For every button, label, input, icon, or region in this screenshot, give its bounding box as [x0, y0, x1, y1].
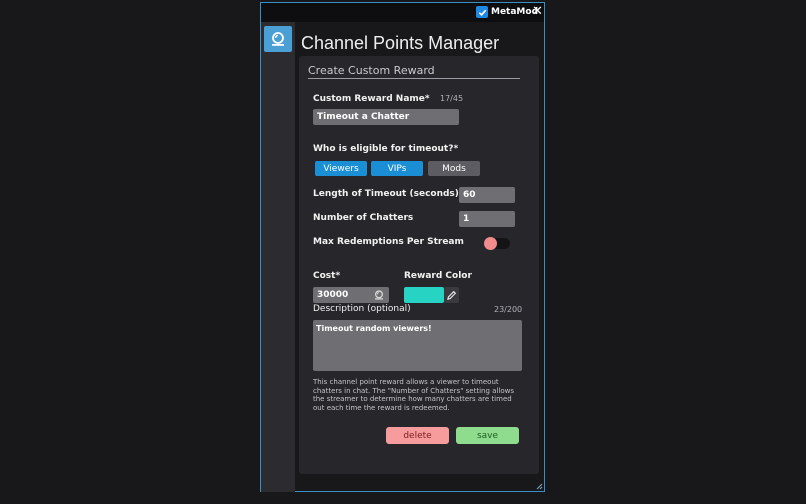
reward-color-swatch[interactable]: [404, 287, 444, 303]
delete-button[interactable]: delete: [386, 427, 449, 444]
close-button[interactable]: ✕: [532, 4, 543, 20]
app-window: MetaMod ✕ Channel Points Manager Create …: [260, 2, 545, 492]
cost-label: Cost*: [313, 271, 341, 281]
num-chatters-input[interactable]: [459, 211, 515, 227]
reward-name-input[interactable]: [313, 109, 459, 125]
checkmark-icon: [476, 6, 488, 18]
help-text: This channel point reward allows a viewe…: [313, 378, 514, 412]
title-bar: MetaMod ✕: [261, 3, 544, 22]
page-title: Channel Points Manager: [301, 33, 500, 53]
channel-points-icon: [375, 290, 383, 300]
eligibility-viewers-button[interactable]: Viewers: [315, 161, 367, 176]
timeout-length-label: Length of Timeout (seconds): [313, 189, 459, 199]
channel-points-icon: [272, 32, 284, 46]
description-label: Description (optional): [313, 304, 411, 314]
section-divider: [308, 78, 520, 79]
num-chatters-label: Number of Chatters: [313, 213, 414, 223]
create-reward-card: Create Custom Reward Custom Reward Name*…: [299, 56, 539, 474]
description-textarea[interactable]: Timeout random viewers!: [313, 320, 522, 371]
eligibility-label: Who is eligible for timeout?*: [313, 144, 459, 154]
eligibility-vips-button[interactable]: VIPs: [371, 161, 423, 176]
pencil-icon: [447, 290, 457, 300]
brand-name: MetaMod: [491, 7, 539, 17]
reward-name-label: Custom Reward Name*: [313, 94, 430, 104]
section-title: Create Custom Reward: [308, 64, 435, 77]
reward-color-label: Reward Color: [404, 271, 472, 281]
sidebar-item-channel-points[interactable]: [264, 26, 292, 52]
description-counter: 23/200: [494, 305, 523, 314]
max-redemptions-label: Max Redemptions Per Stream: [313, 237, 464, 247]
save-button[interactable]: save: [456, 427, 519, 444]
sidebar: [261, 22, 295, 492]
reward-name-counter: 17/45: [440, 94, 464, 103]
eligibility-mods-button[interactable]: Mods: [428, 161, 480, 176]
timeout-length-input[interactable]: [459, 187, 515, 203]
toggle-knob: [484, 237, 497, 250]
resize-handle-icon[interactable]: [536, 483, 543, 490]
color-picker-button[interactable]: [444, 287, 459, 303]
